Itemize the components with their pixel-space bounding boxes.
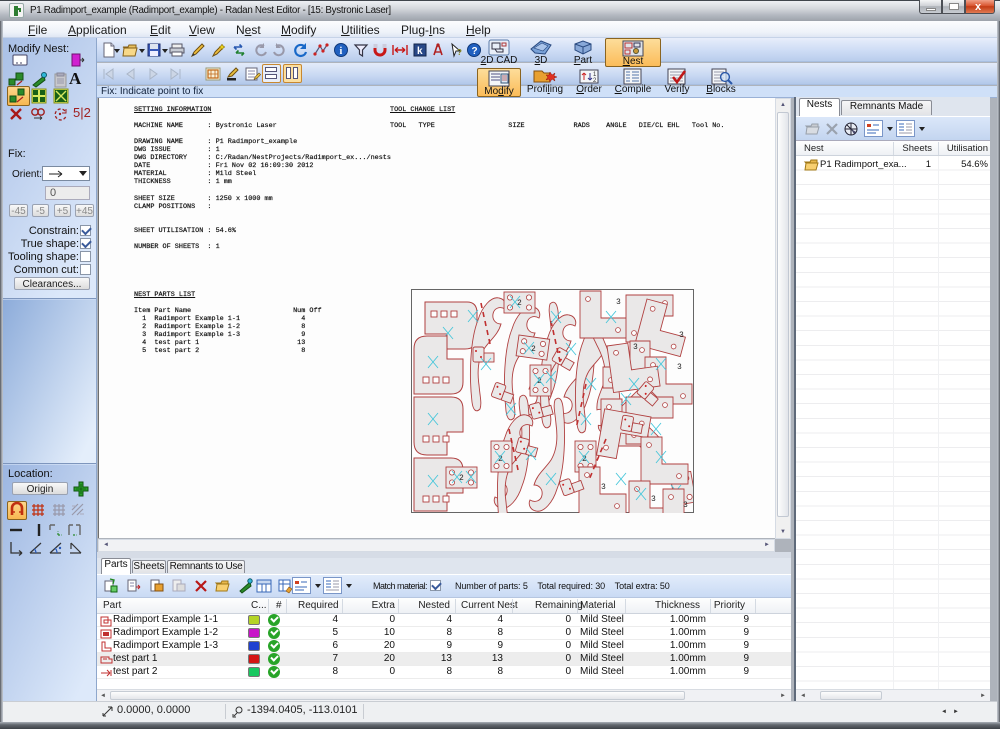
- svg-text:3: 3: [601, 483, 606, 492]
- svg-text:3: 3: [677, 363, 682, 372]
- svg-text:2: 2: [531, 345, 536, 354]
- svg-text:?: ?: [472, 46, 478, 57]
- svg-text:i: i: [340, 46, 343, 57]
- svg-text:3: 3: [679, 331, 684, 340]
- svg-text:2: 2: [517, 299, 522, 308]
- svg-text:2: 2: [459, 474, 464, 483]
- svg-text:3: 3: [683, 501, 688, 510]
- svg-text:3: 3: [616, 298, 621, 307]
- svg-text:3: 3: [633, 343, 638, 352]
- svg-text:?: ?: [457, 48, 462, 57]
- svg-text:3: 3: [651, 495, 656, 504]
- svg-text:k: k: [417, 46, 423, 57]
